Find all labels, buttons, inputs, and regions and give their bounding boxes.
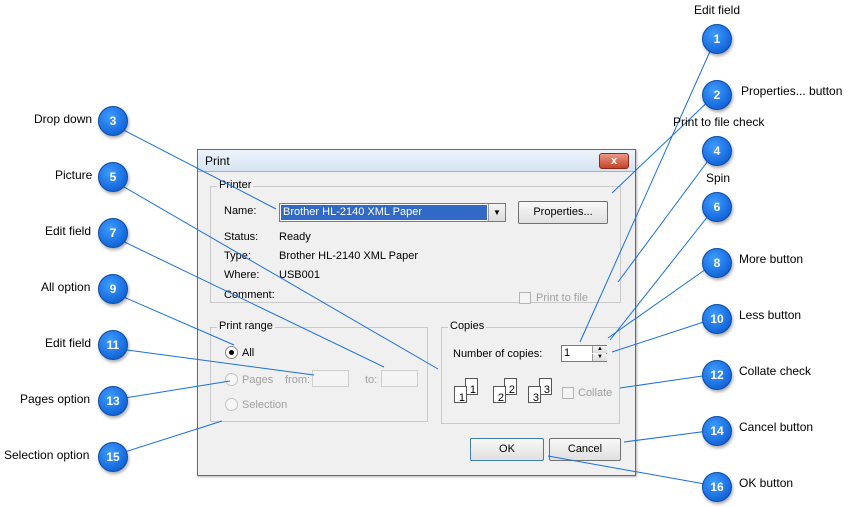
callout-label-3: Drop down: [34, 112, 93, 126]
collate-picture: 1 1 2 2 3 3: [454, 378, 554, 412]
callout-16: 16: [702, 472, 732, 502]
callout-1: 1: [702, 24, 732, 54]
properties-button[interactable]: Properties...: [518, 201, 608, 224]
print-to-file-label: Print to file: [536, 292, 588, 304]
callout-13: 13: [98, 386, 128, 416]
type-label: Type:: [224, 250, 251, 262]
callout-label-2: Properties... button: [741, 84, 843, 98]
dialog-titlebar[interactable]: Print x: [198, 150, 635, 172]
selection-option-radio[interactable]: [225, 398, 238, 411]
number-of-copies-value: 1: [564, 347, 571, 359]
where-label: Where:: [224, 269, 260, 281]
callout-label-15: Selection option: [4, 448, 90, 462]
callout-6: 6: [702, 192, 732, 222]
callout-9: 9: [98, 274, 128, 304]
from-page-input[interactable]: [312, 370, 349, 387]
all-option-label: All: [242, 347, 255, 359]
printer-name-value: Brother HL-2140 XML Paper: [281, 205, 487, 220]
printer-group-legend: Printer: [217, 179, 254, 191]
close-icon: x: [610, 155, 618, 167]
pages-option-label: Pages: [242, 374, 274, 386]
print-to-file-checkbox[interactable]: [519, 292, 531, 304]
callout-2: 2: [702, 80, 732, 110]
callout-15: 15: [98, 442, 128, 472]
pages-option-radio[interactable]: [225, 373, 238, 386]
to-page-input[interactable]: [381, 370, 418, 387]
callout-5: 5: [98, 162, 128, 192]
where-value: USB001: [279, 269, 320, 281]
callout-label-13: Pages option: [20, 392, 91, 406]
status-value: Ready: [279, 231, 311, 243]
page-icon-1-front: 1: [454, 386, 467, 404]
callout-label-8: More button: [739, 252, 804, 266]
collate-label: Collate: [578, 387, 613, 399]
selection-option-label: Selection: [242, 399, 288, 411]
callout-label-7: Edit field: [45, 224, 92, 238]
callout-label-6: Spin: [706, 171, 731, 185]
print-dialog: Print x Printer Name: Brother HL-2140 XM…: [197, 149, 636, 476]
comment-label: Comment:: [224, 289, 275, 301]
callout-8: 8: [702, 248, 732, 278]
print-range-legend: Print range: [217, 320, 275, 332]
type-value: Brother HL-2140 XML Paper: [279, 250, 418, 262]
callout-4: 4: [702, 136, 732, 166]
chevron-down-icon[interactable]: ▼: [488, 204, 505, 221]
cancel-button[interactable]: Cancel: [549, 438, 621, 461]
callout-14: 14: [702, 416, 732, 446]
all-option-radio[interactable]: [225, 346, 238, 359]
spin-up-icon[interactable]: ▲: [592, 346, 607, 353]
collate-checkbox[interactable]: [562, 387, 574, 399]
printer-name-dropdown[interactable]: Brother HL-2140 XML Paper ▼: [279, 203, 506, 222]
callout-12: 12: [702, 360, 732, 390]
printer-name-label: Name:: [224, 205, 257, 217]
callout-label-14: Cancel button: [739, 420, 814, 434]
number-of-copies-input[interactable]: 1 ▲ ▼: [561, 345, 607, 362]
callout-label-11: Edit field: [45, 336, 92, 350]
close-button[interactable]: x: [599, 153, 629, 169]
callout-10: 10: [702, 304, 732, 334]
callout-7: 7: [98, 218, 128, 248]
from-label: from:: [285, 374, 311, 386]
callout-label-16: OK button: [739, 476, 794, 490]
callout-label-1: Edit field: [694, 3, 741, 17]
status-label: Status:: [224, 231, 259, 243]
callout-label-10: Less button: [739, 308, 802, 322]
callout-label-5: Picture: [55, 168, 93, 182]
copies-legend: Copies: [448, 320, 487, 332]
callout-3: 3: [98, 106, 128, 136]
ok-button[interactable]: OK: [470, 438, 544, 461]
callout-label-12: Collate check: [739, 364, 812, 378]
callout-label-4: Print to file check: [673, 115, 765, 129]
page-icon-2-front: 2: [493, 386, 506, 404]
number-of-copies-label: Number of copies:: [453, 348, 543, 360]
callout-11: 11: [98, 330, 128, 360]
spin-down-icon[interactable]: ▼: [592, 354, 607, 361]
dialog-title: Print: [205, 154, 230, 168]
to-label: to:: [365, 374, 378, 386]
callout-label-9: All option: [41, 280, 91, 294]
page-icon-3-front: 3: [528, 386, 541, 404]
